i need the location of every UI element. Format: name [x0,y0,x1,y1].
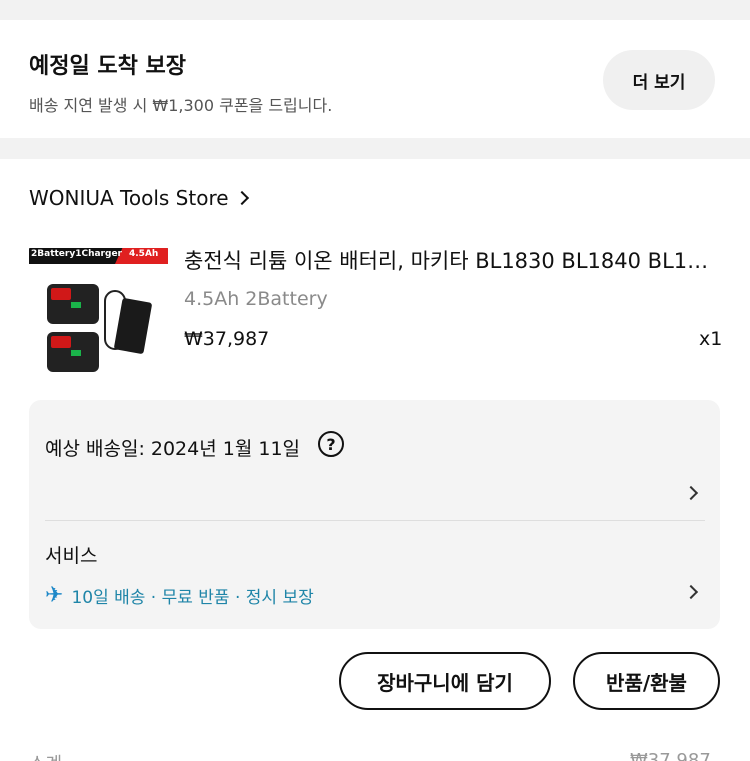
subtotal-label: 소계 [29,750,62,761]
battery-image [47,332,99,372]
estimated-delivery-date: 예상 배송일: 2024년 1월 11일 [45,438,301,460]
battery-image [47,284,99,324]
product-price: ₩37,987 [184,328,270,350]
card-divider [45,520,705,521]
services-list: 10일 배송 · 무료 반품 · 정시 보장 [71,588,314,608]
chevron-right-icon [234,190,249,206]
guarantee-title: 예정일 도착 보장 [29,54,186,79]
help-icon[interactable]: ? [318,431,344,457]
product-option: 4.5Ah 2Battery [184,288,328,310]
thumbnail-banner-text: 2Battery1Charger [31,249,122,259]
product-quantity: x1 [699,328,723,350]
more-button[interactable]: 더 보기 [603,50,715,110]
return-refund-button[interactable]: 반품/환불 [573,652,720,710]
services-title: 서비스 [45,545,98,567]
services-row[interactable]: ✈ 10일 배송 · 무료 반품 · 정시 보장 [45,583,314,608]
section-separator [0,138,750,159]
store-link[interactable]: WONIUA Tools Store [29,186,249,210]
top-spacer [0,0,750,20]
thumbnail-capacity-text: 4.5Ah [129,249,159,259]
product-title[interactable]: 충전식 리튬 이온 배터리, 마키타 BL1830 BL1840 BL1850 … [184,245,720,275]
guarantee-subtitle: 배송 지연 발생 시 ₩1,300 쿠폰을 드립니다. [29,96,333,115]
airplane-icon: ✈ [45,583,64,608]
add-to-cart-button[interactable]: 장바구니에 담기 [339,652,551,710]
subtotal-value: ₩37,987 [630,750,711,761]
store-name: WONIUA Tools Store [29,186,229,210]
